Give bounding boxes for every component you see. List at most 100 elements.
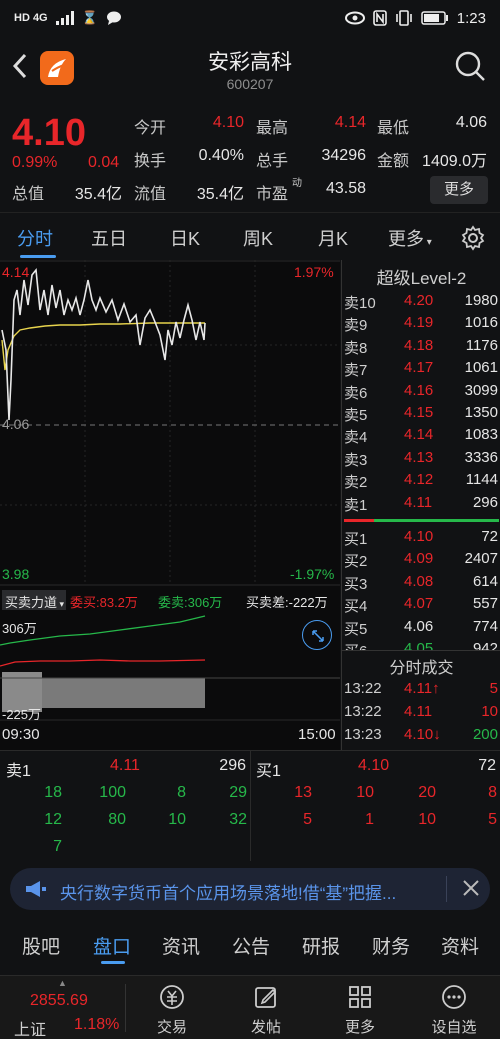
summary-right-cell: 10: [418, 811, 436, 828]
nav-more[interactable]: 更多: [330, 982, 390, 1037]
bid-level: 买4: [344, 598, 368, 616]
summary-divider: [250, 751, 251, 861]
index-value: 2855.69: [30, 992, 88, 1009]
tab-five-day[interactable]: 五日: [91, 225, 127, 251]
more-dots-icon: [442, 985, 466, 1009]
summary-left-cell: 10: [168, 811, 186, 828]
ask-price: 4.15: [404, 404, 434, 421]
grid-icon: [349, 986, 371, 1008]
ask-row[interactable]: 卖8 4.18 1176: [342, 337, 500, 359]
search-icon: [455, 51, 485, 81]
bid-row[interactable]: 买4 4.07 557: [342, 595, 500, 617]
bid-volume: 72: [481, 528, 498, 545]
summary-right-cell: 20: [418, 784, 436, 801]
sub-chart-top: 306万: [2, 621, 37, 636]
summary-right-cell: 13: [294, 784, 312, 801]
trade-row: 13:23 4.10↓ 200: [342, 726, 500, 748]
float-cap-label: 流值: [134, 186, 167, 203]
trade-volume: 200: [472, 726, 498, 743]
detail-tabs: 股吧 盘口 资讯 公告 研报 财务 资料: [0, 920, 500, 970]
news-headline[interactable]: 央行数字货币首个应用场景落地!借“基”把握...: [60, 879, 440, 904]
ask-volume: 1016: [464, 314, 498, 332]
ask-row[interactable]: 卖9 4.19 1016: [342, 314, 500, 336]
ask-level: 卖9: [344, 317, 368, 335]
ask-row[interactable]: 卖2 4.12 1144: [342, 471, 500, 493]
ask-row[interactable]: 卖1 4.11 296: [342, 494, 500, 516]
ask-price: 4.17: [404, 359, 434, 377]
pe-label: 市盈: [256, 186, 289, 203]
tab-intraday[interactable]: 分时: [17, 225, 53, 251]
ask-row[interactable]: 卖6 4.16 3099: [342, 382, 500, 404]
tab-more[interactable]: 更多 ▾: [388, 225, 432, 251]
trade-volume: 5: [489, 680, 498, 697]
indicator-selector[interactable]: 买卖力道 ▾: [5, 592, 64, 611]
trade-time: 13:22: [344, 703, 382, 720]
settings-button[interactable]: [460, 225, 486, 256]
trade-price: 4.11: [404, 703, 433, 720]
bid-price: 4.09: [404, 550, 434, 568]
subtab-announcements[interactable]: 公告: [232, 932, 270, 959]
summary-right-price: 4.10: [358, 757, 390, 774]
stock-code: 600207: [226, 76, 274, 92]
summary-right-cell: 8: [488, 784, 497, 801]
quote-panel: 4.10 0.99% 0.04 今开 4.10 最高 4.14 最低 4.06 …: [0, 104, 500, 208]
summary-right-cell: 5: [488, 811, 497, 828]
clock: 1:23: [456, 9, 486, 27]
subtab-finance[interactable]: 财务: [372, 932, 410, 959]
amount-value: 1409.0万: [422, 153, 487, 170]
news-banner[interactable]: 央行数字货币首个应用场景落地!借“基”把握...: [10, 868, 490, 910]
tab-more-label: 更多: [388, 229, 424, 249]
summary-left-cell: 80: [108, 811, 126, 828]
summary-left-cell: 7: [53, 838, 62, 855]
ask-row[interactable]: 卖5 4.15 1350: [342, 404, 500, 426]
amount-label: 金额: [377, 153, 410, 170]
bid-row[interactable]: 买2 4.09 2407: [342, 550, 500, 572]
subtab-forum[interactable]: 股吧: [22, 932, 60, 959]
bid-price: 4.08: [404, 572, 434, 590]
intraday-chart[interactable]: 4.14 1.97% 4.06 3.98 -1.97% 买卖力道 ▾ 委买:83…: [0, 260, 340, 750]
ask-row[interactable]: 卖7 4.17 1061: [342, 359, 500, 381]
nav-more-label: 更多: [344, 1019, 375, 1036]
nav-trade[interactable]: 交易: [142, 982, 202, 1037]
bid-row[interactable]: 买3 4.08 614: [342, 573, 500, 595]
close-button[interactable]: [460, 877, 482, 905]
nav-add-watchlist[interactable]: 设自选: [424, 982, 484, 1037]
ask-price: 4.13: [404, 448, 434, 466]
bid-volume: 774: [472, 617, 498, 635]
more-quote-button[interactable]: 更多: [430, 176, 488, 204]
subtab-profile[interactable]: 资料: [441, 932, 479, 959]
time-end: 15:00: [298, 726, 336, 743]
subtab-research[interactable]: 研报: [302, 932, 340, 959]
hourglass-icon: ⌛: [81, 10, 98, 25]
bid-row[interactable]: 买6 4.05 942: [342, 640, 500, 650]
ask-row[interactable]: 卖3 4.13 3336: [342, 449, 500, 471]
ask-volume: 1980: [464, 292, 498, 309]
summary-left-cell: 29: [229, 784, 247, 801]
edit-icon: [255, 987, 277, 1008]
ask-price: 4.16: [404, 381, 434, 399]
bid-level: 买1: [344, 531, 368, 548]
bid-row[interactable]: 买1 4.10 72: [342, 528, 500, 550]
expand-chart-button[interactable]: [302, 620, 332, 650]
summary-left-cell: 8: [177, 784, 186, 801]
diff-label: 买卖差:-222万: [246, 595, 328, 610]
tab-underline: [20, 255, 56, 258]
subtab-underline: [101, 961, 125, 964]
search-button[interactable]: [454, 50, 486, 87]
subtab-level2[interactable]: 盘口: [93, 932, 131, 959]
trade-price: 4.10↓: [404, 726, 441, 743]
trade-row: 13:22 4.11↑ 5: [342, 680, 500, 702]
tab-weekly-k[interactable]: 周K: [243, 225, 273, 251]
tab-monthly-k[interactable]: 月K: [318, 225, 348, 251]
ask-row[interactable]: 卖10 4.20 1980: [342, 292, 500, 314]
ask-row[interactable]: 卖4 4.14 1083: [342, 426, 500, 448]
market-cap-value: 35.4亿: [74, 186, 122, 203]
tab-daily-k[interactable]: 日K: [170, 225, 200, 251]
bid-volume: 2407: [464, 550, 498, 568]
gear-icon: [461, 225, 485, 251]
book-divider: [344, 519, 499, 522]
high-label: 最高: [256, 120, 289, 137]
subtab-news[interactable]: 资讯: [162, 932, 200, 959]
bid-row[interactable]: 买5 4.06 774: [342, 618, 500, 640]
nav-post[interactable]: 发帖: [236, 982, 296, 1037]
